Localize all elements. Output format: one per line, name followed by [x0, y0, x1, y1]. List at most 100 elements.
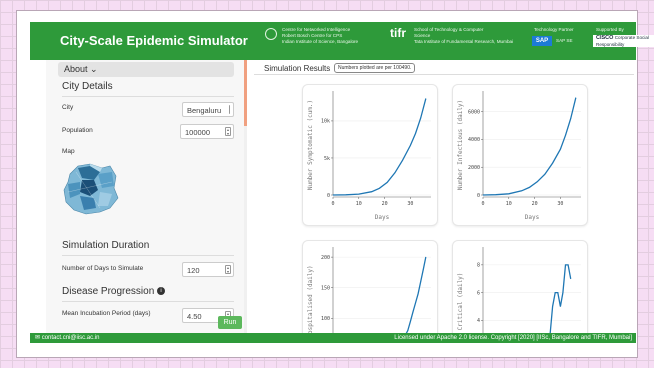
data-point	[394, 172, 396, 174]
data-point	[554, 292, 556, 293]
stepper-icon[interactable]: ▴▾	[225, 265, 231, 274]
contact-link[interactable]: ✉ contact.cni@iisc.ac.in	[35, 333, 99, 343]
y-axis-label: Hospitalised (daily)	[307, 265, 314, 334]
results-title: Simulation Results	[264, 64, 331, 73]
data-point	[521, 190, 523, 192]
data-point	[529, 187, 530, 188]
about-dropdown[interactable]: About ⌄	[58, 62, 234, 77]
city-ward-map	[63, 163, 119, 215]
data-point	[410, 321, 411, 322]
chart-symptomatic: 0 5k 10k 0 10 20 30 Days Number Symptomatic (cum…	[307, 91, 431, 221]
data-point	[565, 134, 566, 136]
data-point	[565, 264, 566, 266]
y-axis-label: Number Symptomatic (cum.)	[307, 100, 314, 190]
data-point	[371, 191, 373, 193]
data-point	[557, 292, 559, 293]
divider	[62, 301, 234, 302]
y-tick-label: 4	[477, 318, 480, 324]
data-point	[358, 193, 360, 195]
footer: ✉ contact.cni@iisc.ac.in Licensed under …	[30, 333, 636, 343]
stepper-icon[interactable]: ▴▾	[225, 127, 231, 136]
iisc-emblem-icon	[265, 28, 277, 40]
data-point	[560, 148, 561, 150]
days-label: Number of Days to Simulate	[62, 265, 144, 272]
data-point	[407, 330, 409, 331]
data-point	[552, 162, 553, 164]
data-point	[570, 278, 572, 280]
simulation-duration-title: Simulation Duration	[62, 240, 150, 251]
divider	[254, 74, 634, 75]
x-tick-label: 20	[532, 201, 538, 207]
x-tick-label: 0	[331, 201, 334, 207]
y-tick-label: 150	[321, 286, 330, 292]
chevron-down-icon: ⌄	[90, 64, 98, 74]
y-tick-label: 5k	[324, 156, 330, 162]
data-point	[575, 97, 577, 99]
data-point	[420, 117, 422, 119]
app-header: City-Scale Epidemic Simulator Centre for…	[30, 22, 654, 60]
x-tick-label: 20	[382, 201, 388, 207]
population-input[interactable]: 100000 ▴ ▾	[180, 124, 234, 139]
city-label: City	[62, 104, 74, 111]
days-input[interactable]: 120 ▴ ▾	[182, 262, 234, 277]
cisco-csr-logo: CISCO Corporate Social Responsibility	[593, 35, 654, 47]
data-point	[495, 194, 497, 196]
data-point	[567, 264, 569, 266]
license-text: Licensed under Apache 2.0 license. Copyr…	[394, 335, 632, 341]
y-tick-label: 6	[477, 290, 480, 296]
chart-infectious: 0 2000 4000 6000 0 10 20 30 Days Number Infectiou…	[457, 91, 581, 221]
series-line	[332, 98, 427, 196]
incubation-label: Mean Incubation Period (days)	[62, 310, 151, 317]
series-line	[546, 264, 572, 334]
sap-logo: SAP	[532, 36, 552, 46]
data-point	[402, 159, 403, 161]
data-point	[508, 193, 510, 195]
sap-name: SAP SE	[556, 38, 573, 43]
tech-partner-label: Technology Partner	[534, 27, 574, 32]
per-capita-note: Numbers plotted are per 100490.	[334, 63, 416, 73]
data-point	[422, 269, 424, 270]
x-axis-label: Days	[525, 214, 540, 221]
y-tick-label: 8	[477, 263, 480, 269]
results-panel: Simulation Results Numbers plotted are p…	[248, 60, 636, 334]
x-tick-label: 30	[557, 201, 563, 207]
chart-card-hospitalised: 50100150200Hospitalised (daily)	[302, 240, 438, 334]
data-point	[425, 256, 427, 258]
data-point	[417, 293, 419, 295]
x-tick-label: 10	[506, 201, 512, 207]
data-point	[562, 292, 564, 293]
supported-by-label: Supported By	[596, 27, 624, 32]
data-point	[386, 182, 388, 183]
data-point	[345, 194, 347, 196]
y-tick-label: 200	[321, 255, 330, 261]
envelope-icon: ✉	[35, 335, 42, 341]
x-tick-label: 30	[407, 201, 413, 207]
city-select[interactable]: Bengaluru	[182, 102, 234, 117]
x-axis-label: Days	[375, 214, 390, 221]
data-point	[420, 281, 422, 282]
y-tick-label: 6000	[468, 109, 480, 115]
data-point	[570, 118, 572, 119]
app-title: City-Scale Epidemic Simulator	[60, 33, 248, 48]
data-point	[415, 133, 416, 134]
data-point	[536, 181, 538, 183]
sidebar-scrollbar-thumb[interactable]	[244, 60, 247, 126]
disease-progression-title: Disease Progression i	[62, 286, 166, 297]
y-tick-label: 100	[321, 316, 330, 322]
y-axis-label: Number Infectious (daily)	[457, 100, 464, 190]
y-tick-label: 2000	[468, 165, 480, 171]
x-tick-label: 0	[481, 201, 484, 207]
city-details-title: City Details	[62, 81, 113, 92]
data-point	[544, 173, 546, 175]
info-icon[interactable]: i	[157, 287, 166, 296]
series-line	[405, 256, 427, 334]
run-button[interactable]: Run	[218, 316, 242, 329]
chart-card-symptomatic: 0 5k 10k 0 10 20 30 Days Number Symptomatic (cum…	[302, 84, 438, 226]
cni-partner-text: Centre for Networked Intelligence Robert…	[282, 27, 359, 44]
data-point	[379, 187, 380, 189]
sidebar: About ⌄ City Details City Bengaluru Popu…	[46, 60, 246, 334]
data-point	[482, 194, 484, 196]
series-line	[482, 97, 577, 196]
chart-hospitalised: 50100150200Hospitalised (daily)	[307, 247, 431, 334]
chart-critical: 2468Critical (daily)	[457, 247, 581, 334]
